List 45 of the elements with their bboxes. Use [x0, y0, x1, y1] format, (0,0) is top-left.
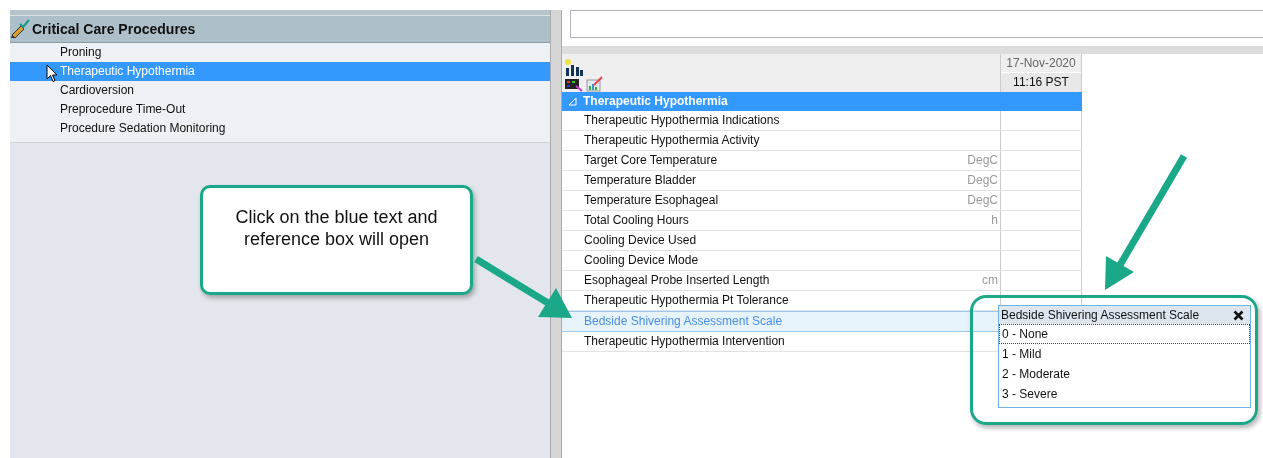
- value-cell[interactable]: [1000, 131, 1082, 150]
- value-cell[interactable]: [1000, 251, 1082, 270]
- text-area[interactable]: [570, 10, 1263, 38]
- value-cell[interactable]: [1000, 271, 1082, 290]
- unit-label: cm: [982, 272, 999, 289]
- row-label: Target Core Temperature: [584, 152, 718, 169]
- value-cell[interactable]: [1000, 171, 1082, 190]
- scale-option[interactable]: 3 - Severe: [999, 384, 1250, 404]
- row-label: Esophageal Probe Inserted Length: [584, 272, 770, 289]
- chart-icon[interactable]: [564, 58, 584, 92]
- scale-option[interactable]: 1 - Mild: [999, 344, 1250, 364]
- procedure-item[interactable]: Cardioversion: [10, 81, 550, 100]
- popup-title: Bedside Shivering Assessment Scale: [1001, 308, 1200, 322]
- close-icon[interactable]: [1233, 309, 1244, 321]
- value-cell[interactable]: [1000, 211, 1082, 230]
- procedure-item[interactable]: Proning: [10, 43, 550, 62]
- value-cell[interactable]: [1000, 231, 1082, 250]
- row-label: Total Cooling Hours: [584, 212, 689, 229]
- row-label: Therapeutic Hypothermia Activity: [584, 132, 760, 149]
- expander-icon[interactable]: [568, 97, 577, 106]
- cursor-icon: [46, 64, 58, 83]
- group-title: Therapeutic Hypothermia: [583, 93, 728, 110]
- procedure-item[interactable]: Preprocedure Time-Out: [10, 100, 550, 119]
- row-label: Therapeutic Hypothermia Pt Tolerance: [584, 292, 789, 309]
- row-label: Temperature Bladder: [584, 172, 697, 189]
- unit-label: DegC: [967, 172, 999, 189]
- unit-label: h: [991, 212, 999, 229]
- unit-label: DegC: [967, 152, 999, 169]
- column-time: 11:16 PST: [1001, 73, 1081, 92]
- callout-text: Click on the blue text and reference box will open: [234, 206, 439, 250]
- value-cell[interactable]: [1000, 111, 1082, 130]
- procedure-item[interactable]: Procedure Sedation Monitoring: [10, 119, 550, 138]
- scale-option[interactable]: 2 - Moderate: [999, 364, 1250, 384]
- row-label: Therapeutic Hypothermia Indications: [584, 112, 780, 129]
- scale-option[interactable]: 0 - None: [999, 324, 1250, 344]
- unit-label: DegC: [967, 192, 999, 209]
- row-label: Temperature Esophageal: [584, 192, 719, 209]
- row-label: Cooling Device Used: [584, 232, 697, 249]
- row-label: Therapeutic Hypothermia Intervention: [584, 333, 785, 350]
- value-cell[interactable]: [1000, 191, 1082, 210]
- pencil-check-icon: [10, 19, 30, 39]
- section-title: Critical Care Procedures: [32, 21, 196, 37]
- value-cell[interactable]: [1000, 151, 1082, 170]
- section-header[interactable]: Critical Care Procedures: [10, 16, 550, 43]
- row-label: Cooling Device Mode: [584, 252, 699, 269]
